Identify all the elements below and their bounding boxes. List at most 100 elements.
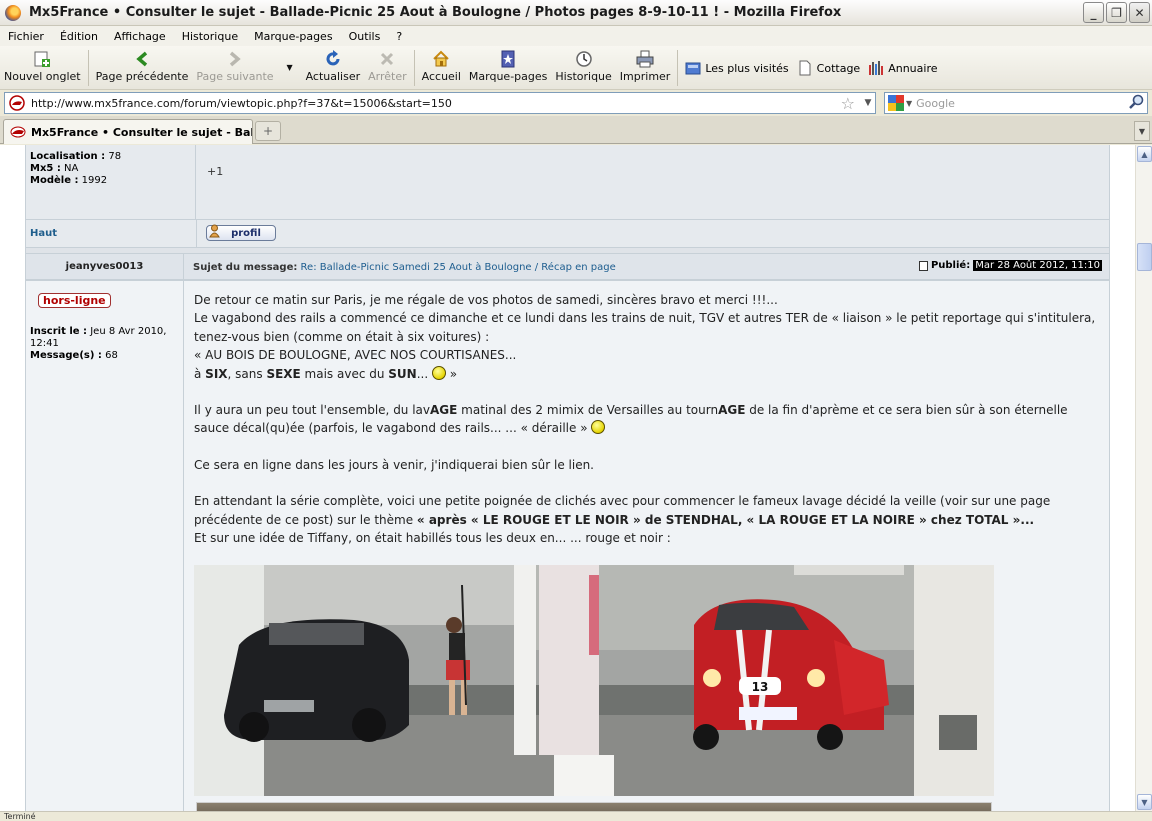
post-author[interactable]: jeanyves0013 (26, 254, 184, 280)
post-date: Publié: Mar 28 Août 2012, 11:10 (918, 260, 1102, 271)
menu-fichier[interactable]: Fichier (0, 30, 52, 43)
google-icon (888, 95, 904, 111)
mx5-value: NA (64, 163, 79, 174)
forward-button[interactable]: Page suivante (192, 50, 277, 83)
menu-bar: Fichier Édition Affichage Historique Mar… (0, 26, 1152, 46)
firefox-icon (5, 4, 21, 21)
clock-icon (574, 50, 594, 68)
history-dropdown-button[interactable]: ▼ (278, 50, 302, 78)
car-wash-photo[interactable]: 13 (194, 565, 994, 796)
bookmark-most-visited[interactable]: Les plus visités (681, 60, 792, 76)
bookmark-annuaire-label: Annuaire (888, 61, 938, 75)
post-text: De retour ce matin sur Paris, je me réga… (194, 291, 1106, 547)
search-icon[interactable] (1129, 94, 1144, 113)
home-button[interactable]: Accueil (418, 50, 465, 83)
new-tab-plus-button[interactable]: + (255, 121, 281, 141)
bookmarks-label: Marque-pages (468, 70, 548, 83)
new-tab-icon (32, 50, 52, 68)
bookmark-star-icon[interactable]: ☆ (841, 94, 855, 113)
modele-value: 1992 (81, 175, 108, 186)
second-photo-top[interactable] (196, 802, 992, 811)
bookmarks-icon (498, 50, 518, 68)
post-paragraph: à SIX, sans SEXE mais avec du SUN... » (194, 365, 458, 381)
back-button[interactable]: Page précédente (92, 50, 193, 83)
vertical-scrollbar[interactable]: ▲ ▼ (1135, 145, 1152, 811)
posted-label: Publié: (930, 260, 971, 271)
navigation-toolbar: Nouvel onglet Page précédente Page suiva… (0, 46, 1152, 90)
menu-marque-pages[interactable]: Marque-pages (246, 30, 340, 43)
post-author-info: hors-ligne Inscrit le : Jeu 8 Avr 2010, … (26, 281, 184, 811)
plate-number: 13 (752, 680, 769, 694)
bookmark-cottage-label: Cottage (816, 61, 861, 75)
subject-link[interactable]: Re: Ballade-Picnic Samedi 25 Aout à Boul… (301, 262, 616, 273)
scroll-up-icon[interactable]: ▲ (1137, 146, 1152, 162)
home-label: Accueil (421, 70, 461, 83)
prev-post-text: +1 (207, 165, 224, 178)
menu-help[interactable]: ? (388, 30, 410, 43)
home-icon (431, 50, 451, 68)
tab-label: Mx5France • Consulter le sujet - Ball... (31, 125, 252, 139)
window-titlebar: Mx5France • Consulter le sujet - Ballade… (0, 0, 1152, 26)
history-button[interactable]: Historique (551, 50, 615, 83)
post-paragraph: De retour ce matin sur Paris, je me réga… (194, 293, 778, 307)
bookmarks-button[interactable]: Marque-pages (465, 50, 551, 83)
menu-edition[interactable]: Édition (52, 30, 106, 43)
page-icon (797, 60, 813, 76)
posted-date: Mar 28 Août 2012, 11:10 (973, 260, 1102, 271)
bookmark-cottage[interactable]: Cottage (793, 60, 865, 76)
history-label: Historique (555, 70, 612, 83)
scroll-down-icon[interactable]: ▼ (1137, 794, 1152, 810)
maximize-button[interactable]: ❐ (1106, 2, 1127, 23)
post-paragraph: « AU BOIS DE BOULOGNE, AVEC NOS COURTISA… (194, 348, 517, 363)
post-paragraph: Ce sera en ligne dans les jours à venir,… (194, 457, 594, 472)
smiley-icon (431, 365, 446, 380)
annuaire-icon (868, 60, 884, 76)
minimize-button[interactable]: _ (1083, 2, 1104, 23)
tab-list-dropdown-icon[interactable]: ▼ (1134, 121, 1150, 141)
scroll-thumb[interactable] (1137, 243, 1152, 271)
address-bar[interactable]: http://www.mx5france.com/forum/viewtopic… (4, 92, 876, 114)
url-toolbar: http://www.mx5france.com/forum/viewtopic… (0, 90, 1152, 116)
printer-icon (635, 50, 655, 68)
search-input[interactable]: Google (916, 97, 1129, 110)
post-header: jeanyves0013 Sujet du message: Re: Balla… (26, 254, 1109, 280)
post-body-row: hors-ligne Inscrit le : Jeu 8 Avr 2010, … (26, 281, 1109, 811)
localisation-value: 78 (108, 151, 122, 162)
new-tab-button[interactable]: Nouvel onglet (0, 50, 85, 83)
forward-label: Page suivante (196, 70, 274, 83)
search-box[interactable]: ▼ Google (884, 92, 1148, 114)
forum-topic: Localisation : 78 Mx5 : NA Modèle : 1992… (25, 145, 1110, 811)
stop-button[interactable]: Arrêter (364, 50, 411, 83)
prev-post-author-info: Localisation : 78 Mx5 : NA Modèle : 1992 (26, 145, 196, 219)
messages-label: Message(s) : (30, 350, 102, 361)
print-button[interactable]: Imprimer (616, 50, 675, 83)
menu-outils[interactable]: Outils (341, 30, 389, 43)
subject-label: Sujet du message: (193, 262, 298, 273)
search-engine-dropdown-icon[interactable]: ▼ (906, 99, 912, 108)
back-label: Page précédente (95, 70, 189, 83)
messages-value: 68 (105, 350, 118, 361)
url-dropdown-icon[interactable]: ▼ (861, 98, 875, 108)
stop-label: Arrêter (368, 70, 407, 83)
chevron-down-icon: ▼ (286, 62, 293, 72)
reload-icon (323, 50, 343, 68)
bookmark-annuaire[interactable]: Annuaire (864, 60, 941, 76)
menu-affichage[interactable]: Affichage (106, 30, 174, 43)
toolbar-separator (413, 50, 415, 86)
post-paragraph: En attendant la série complète, voici un… (194, 494, 1051, 527)
menu-historique[interactable]: Historique (174, 30, 246, 43)
print-label: Imprimer (619, 70, 671, 83)
reload-button[interactable]: Actualiser (302, 50, 365, 83)
close-button[interactable]: ✕ (1129, 2, 1150, 23)
new-tab-label: Nouvel onglet (4, 70, 81, 83)
toolbar-separator (87, 50, 89, 86)
back-to-top-link[interactable]: Haut (30, 228, 57, 239)
reload-label: Actualiser (305, 70, 361, 83)
tab-active[interactable]: Mx5France • Consulter le sujet - Ball... (3, 119, 253, 144)
user-icon (209, 224, 220, 238)
site-favicon (9, 95, 25, 111)
profile-button[interactable]: profil (206, 224, 276, 241)
mx5-label: Mx5 : (30, 163, 61, 174)
bookmark-most-visited-label: Les plus visités (705, 61, 789, 75)
tab-bar: Mx5France • Consulter le sujet - Ball...… (0, 116, 1152, 144)
